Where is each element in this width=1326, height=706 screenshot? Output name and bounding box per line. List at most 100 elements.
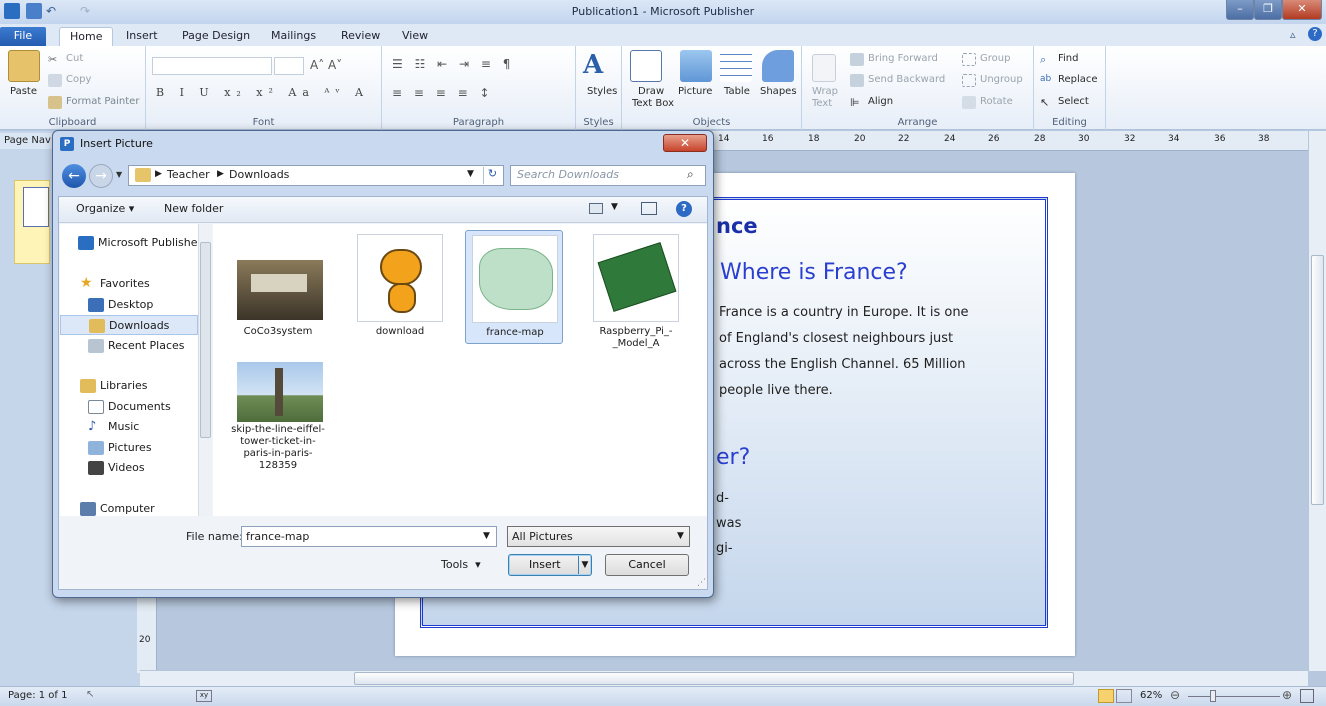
paste-icon[interactable] [8, 50, 40, 82]
search-field[interactable]: Search Downloads ⌕ [510, 165, 706, 186]
tab-file[interactable]: File [0, 27, 46, 46]
page-thumbnail[interactable] [14, 180, 50, 264]
dialog-help-icon[interactable]: ? [676, 201, 692, 217]
tab-review[interactable]: Review [331, 27, 390, 46]
dialog-close-button[interactable]: ✕ [663, 134, 707, 152]
forward-arrow-icon[interactable]: → [89, 164, 113, 188]
rotate-button[interactable]: Rotate [980, 96, 1013, 107]
zoom-out-icon[interactable]: ⊖ [1170, 688, 1180, 702]
minimize-button[interactable]: – [1226, 0, 1254, 20]
nav-item-videos[interactable]: Videos [60, 458, 198, 478]
nav-item-desktop[interactable]: Desktop [60, 295, 198, 315]
help-icon[interactable]: ? [1308, 27, 1322, 41]
ungroup-icon[interactable] [962, 74, 976, 87]
file-name-dropdown-icon[interactable]: ▼ [483, 531, 490, 541]
page-status[interactable]: Page: 1 of 1 [8, 690, 67, 701]
nav-item-pictures[interactable]: Pictures [60, 438, 198, 458]
two-page-view-icon[interactable] [1116, 689, 1132, 703]
select-icon[interactable]: ↖ [1040, 96, 1054, 109]
fit-page-icon[interactable] [1300, 689, 1314, 703]
tab-home[interactable]: Home [59, 27, 114, 46]
format-painter-button[interactable]: Format Painter [66, 96, 139, 107]
draw-text-box-icon[interactable] [630, 50, 662, 82]
styles-icon[interactable]: A [583, 50, 615, 82]
replace-button[interactable]: Replace [1058, 74, 1098, 85]
nav-item-documents[interactable]: Documents [60, 397, 198, 417]
file-item-coco3system[interactable]: CoCo3system [229, 230, 327, 342]
ungroup-button[interactable]: Ungroup [980, 74, 1023, 85]
nav-item-computer[interactable]: Computer [60, 499, 198, 519]
breadcrumb-teacher[interactable]: Teacher [167, 168, 210, 181]
nav-item-favorites[interactable]: ★ Favorites [60, 274, 198, 294]
insert-dropdown-icon[interactable]: ▼ [578, 556, 591, 574]
file-item-eiffel-tower[interactable]: skip-the-line-eiffel-tower-ticket-in-par… [229, 356, 327, 496]
shapes-button[interactable]: Shapes [760, 86, 797, 97]
draw-text-box-label-1[interactable]: Draw [638, 86, 664, 97]
address-bar[interactable]: ▶ Teacher ▶ Downloads ▼ ↻ [128, 165, 504, 186]
tab-insert[interactable]: Insert [116, 27, 168, 46]
replace-icon[interactable]: ab [1040, 74, 1054, 87]
nav-item-downloads[interactable]: Downloads [60, 315, 198, 335]
tab-view[interactable]: View [392, 27, 438, 46]
search-placeholder[interactable]: Search Downloads [517, 168, 619, 181]
group-icon[interactable] [962, 53, 976, 66]
group-button[interactable]: Group [980, 53, 1010, 64]
list-buttons[interactable]: ☰ ☷ ⇤ ⇥ ≡ ¶ [392, 57, 514, 71]
nav-item-microsoft-publisher[interactable]: Microsoft Publishe [60, 233, 198, 253]
picture-button[interactable]: Picture [678, 86, 712, 97]
view-dropdown-icon[interactable]: ▼ [611, 202, 618, 212]
bring-forward-icon[interactable] [850, 53, 864, 66]
find-icon[interactable]: ⌕ [1040, 53, 1054, 66]
back-arrow-icon[interactable]: ← [62, 164, 86, 188]
cut-button[interactable]: Cut [66, 53, 83, 64]
view-options-icon[interactable] [589, 203, 603, 214]
bring-forward-button[interactable]: Bring Forward [868, 53, 938, 64]
font-name-combo[interactable] [152, 57, 272, 75]
resize-grip-icon[interactable]: ⋰ [697, 578, 706, 588]
nav-item-music[interactable]: ♪ Music [60, 417, 198, 437]
single-page-view-icon[interactable] [1098, 689, 1114, 703]
wrap-text-label-1[interactable]: Wrap [812, 86, 838, 97]
file-item-download[interactable]: download [351, 230, 449, 342]
find-button[interactable]: Find [1058, 53, 1079, 64]
zoom-level[interactable]: 62% [1140, 690, 1162, 701]
format-painter-icon[interactable] [48, 96, 62, 109]
recent-locations-icon[interactable]: ▼ [116, 170, 122, 179]
navigation-scroll-thumb[interactable] [200, 242, 211, 438]
align-button[interactable]: Align [868, 96, 893, 107]
paste-button[interactable]: Paste [10, 86, 37, 97]
copy-button[interactable]: Copy [66, 74, 91, 85]
align-icon[interactable]: ⊫ [850, 96, 864, 109]
address-dropdown-icon[interactable]: ▼ [467, 169, 474, 179]
grow-font-icon[interactable]: A˄ A˅ [310, 58, 342, 72]
wrap-text-icon[interactable] [812, 54, 836, 82]
file-type-select[interactable]: All Pictures [507, 526, 690, 547]
refresh-icon[interactable]: ↻ [483, 167, 501, 184]
close-button[interactable]: ✕ [1282, 0, 1322, 20]
new-folder-button[interactable]: New folder [164, 202, 223, 215]
nav-item-recent-places[interactable]: Recent Places [60, 336, 198, 356]
copy-icon[interactable] [48, 74, 62, 87]
font-format-buttons[interactable]: B I U x₂ x² Aa ᴬᵛ A [156, 86, 369, 99]
cancel-button[interactable]: Cancel [605, 554, 689, 576]
breadcrumb-downloads[interactable]: Downloads [229, 168, 289, 181]
table-button[interactable]: Table [724, 86, 750, 97]
font-size-combo[interactable] [274, 57, 304, 75]
horizontal-scroll-thumb[interactable] [354, 672, 1074, 685]
file-item-france-map[interactable]: france-map [465, 230, 563, 344]
organize-button[interactable]: Organize ▾ [76, 202, 134, 215]
restore-button[interactable]: ❐ [1254, 0, 1282, 20]
nav-item-libraries[interactable]: Libraries [60, 376, 198, 396]
rotate-icon[interactable] [962, 96, 976, 109]
send-backward-button[interactable]: Send Backward [868, 74, 945, 85]
zoom-in-icon[interactable]: ⊕ [1282, 688, 1292, 702]
draw-text-box-label-2[interactable]: Text Box [632, 98, 674, 109]
align-buttons[interactable]: ≡ ≡ ≡ ≡ ↕ [392, 86, 494, 100]
file-name-input[interactable]: france-map [241, 526, 497, 547]
vertical-scrollbar[interactable] [1308, 131, 1326, 671]
preview-pane-icon[interactable] [641, 202, 657, 215]
wrap-text-label-2[interactable]: Text [812, 98, 832, 109]
send-backward-icon[interactable] [850, 74, 864, 87]
table-icon[interactable] [720, 50, 752, 82]
navigation-scrollbar[interactable] [198, 224, 212, 516]
